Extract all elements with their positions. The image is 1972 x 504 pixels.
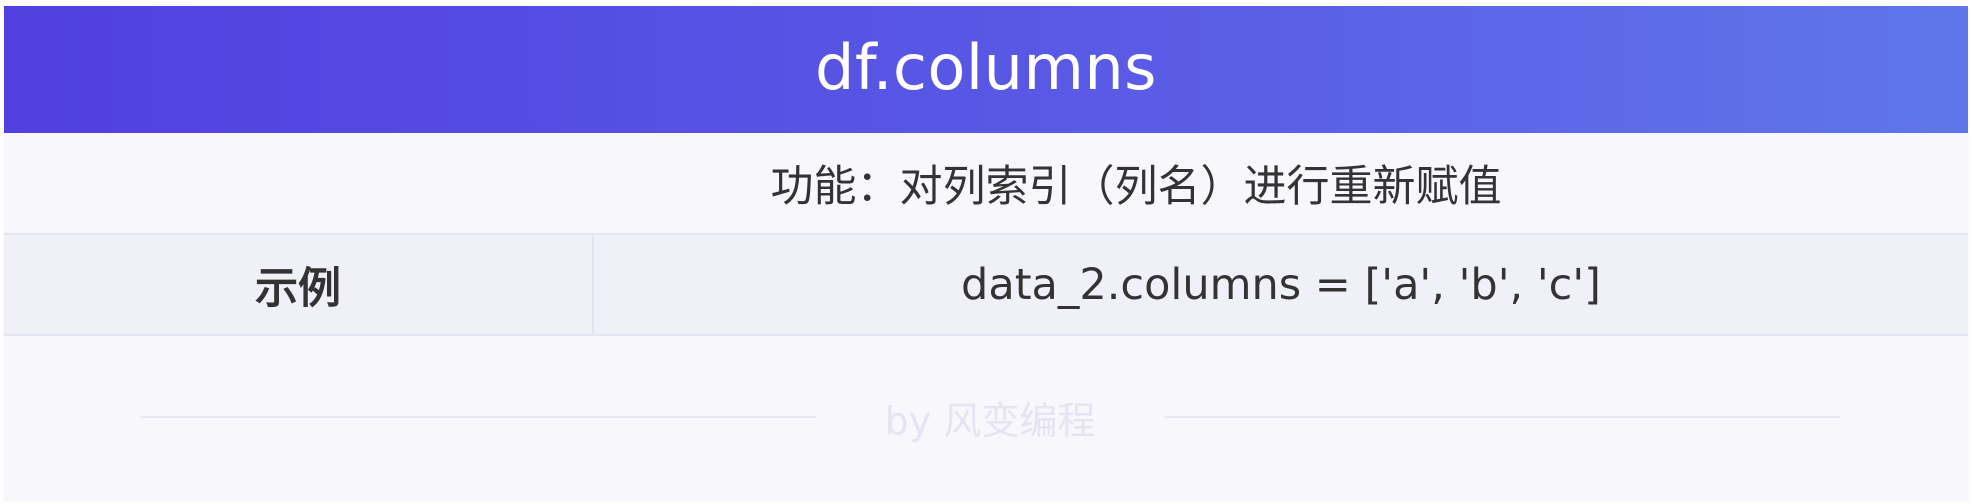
footer: by 风变编程 bbox=[4, 336, 1968, 500]
info-card: df.columns 功能：对列索引（列名）进行重新赋值 示例 data_2.c… bbox=[4, 6, 1968, 500]
footer-divider-right bbox=[1164, 416, 1840, 418]
description-text: 功能：对列索引（列名）进行重新赋值 bbox=[770, 162, 1502, 212]
example-code: data_2.columns = ['a', 'b', 'c'] bbox=[961, 259, 1601, 310]
card-header: df.columns bbox=[4, 6, 1968, 133]
description-row: 功能：对列索引（列名）进行重新赋值 bbox=[4, 133, 1968, 233]
example-label: 示例 bbox=[4, 235, 594, 334]
footer-watermark: by 风变编程 bbox=[884, 399, 1096, 443]
example-row: 示例 data_2.columns = ['a', 'b', 'c'] bbox=[4, 233, 1968, 336]
footer-divider-left bbox=[140, 416, 816, 418]
card-title: df.columns bbox=[815, 31, 1157, 104]
